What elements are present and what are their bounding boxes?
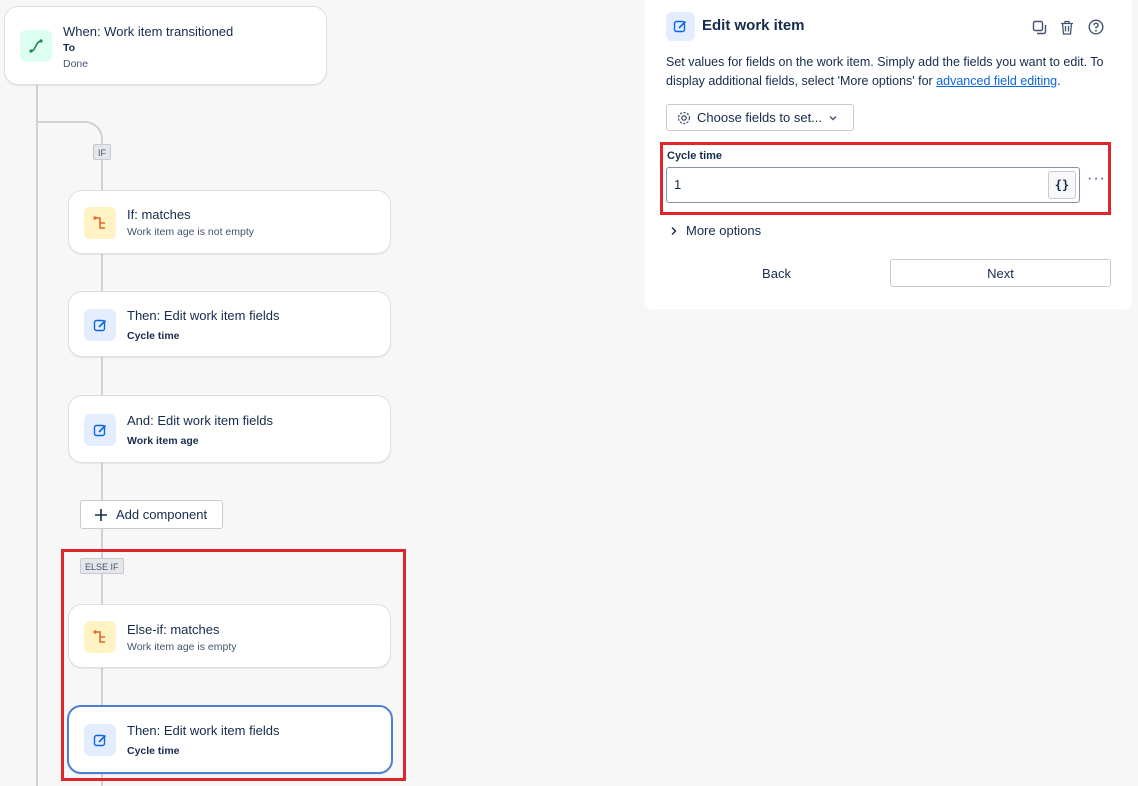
choose-fields-label: Choose fields to set...	[697, 110, 823, 125]
add-component-label: Add component	[116, 507, 208, 522]
then-edit-subtitle: Cycle time	[127, 330, 180, 342]
highlight-box-cycle-time	[660, 142, 1111, 215]
trigger-title: When: Work item transitioned	[63, 24, 234, 39]
more-options-toggle[interactable]: More options	[669, 223, 761, 238]
more-options-label: More options	[686, 223, 762, 238]
plus-icon	[95, 508, 107, 521]
condition-icon	[84, 207, 116, 239]
add-component-button[interactable]: Add component	[80, 500, 223, 529]
if-condition-title: If: matches	[127, 207, 191, 222]
flow-connector	[36, 85, 38, 786]
if-condition-subtitle: Work item age is not empty	[127, 226, 255, 238]
duplicate-icon[interactable]	[1030, 18, 1048, 36]
trash-icon[interactable]	[1058, 18, 1076, 36]
and-edit-title: And: Edit work item fields	[127, 413, 273, 428]
chevron-right-icon	[671, 226, 677, 235]
edit-icon	[84, 309, 116, 341]
trigger-sub-label: To	[63, 42, 76, 54]
trigger-card[interactable]: When: Work item transitioned To Done	[4, 6, 327, 85]
gear-icon	[677, 111, 691, 124]
and-edit-card[interactable]: And: Edit work item fields Work item age	[68, 395, 391, 463]
chevron-down-icon	[829, 115, 837, 120]
if-condition-card[interactable]: If: matches Work item age is not empty	[68, 190, 391, 254]
branch-connector	[36, 121, 103, 145]
highlight-box-else-if	[61, 549, 406, 781]
then-edit-card[interactable]: Then: Edit work item fields Cycle time	[68, 291, 391, 357]
trigger-sub-value: Done	[63, 58, 89, 70]
if-badge: IF	[93, 144, 111, 160]
panel-title: Edit work item	[702, 17, 805, 34]
edit-icon	[666, 12, 695, 41]
next-button[interactable]: Next	[890, 259, 1111, 287]
edit-icon	[84, 414, 116, 446]
choose-fields-button[interactable]: Choose fields to set...	[666, 104, 854, 131]
branch-icon	[20, 30, 52, 62]
then-edit-title: Then: Edit work item fields	[127, 308, 280, 323]
advanced-field-editing-link[interactable]: advanced field editing	[936, 74, 1057, 88]
panel-description: Set values for fields on the work item. …	[666, 53, 1116, 91]
and-edit-subtitle: Work item age	[127, 435, 199, 447]
back-button[interactable]: Back	[666, 259, 887, 287]
help-icon[interactable]	[1087, 18, 1105, 36]
description-end: .	[1057, 74, 1061, 88]
